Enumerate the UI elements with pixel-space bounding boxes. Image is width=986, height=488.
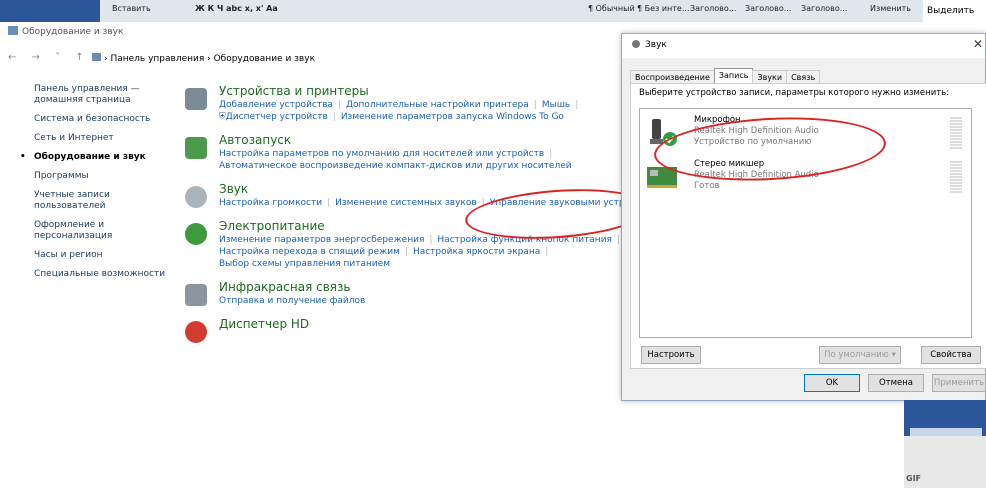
nav-system-security[interactable]: Система и безопасность <box>18 114 168 125</box>
link-volume[interactable]: Настройка громкости <box>219 198 322 208</box>
tab-playback[interactable]: Воспроизведение <box>630 70 715 84</box>
instruction-text: Выберите устройство записи, параметры ко… <box>639 88 950 98</box>
autoplay-icon <box>185 137 207 159</box>
speaker-icon <box>632 40 640 48</box>
properties-button[interactable]: Свойства <box>921 346 981 364</box>
category-title[interactable]: Устройства и принтеры <box>219 84 623 99</box>
ok-button[interactable]: OK <box>804 374 860 392</box>
left-nav: Панель управления — домашняя страница Си… <box>18 84 168 288</box>
category-title[interactable]: Инфракрасная связь <box>219 280 623 295</box>
link-printer-settings[interactable]: Дополнительные настройки принтера <box>346 100 529 110</box>
nav-network[interactable]: Сеть и Интернет <box>18 133 168 144</box>
breadcrumb[interactable]: › Панель управления › Оборудование и зву… <box>92 53 315 64</box>
close-icon[interactable]: ✕ <box>973 37 983 51</box>
nav-hardware-sound[interactable]: Оборудование и звук <box>18 152 168 163</box>
style-heading-3[interactable]: Заголово... <box>801 4 847 13</box>
dialog-tabs: Воспроизведение Запись Звуки Связь <box>630 68 821 84</box>
dialog-title: Звук <box>645 40 667 50</box>
apply-button[interactable]: Применить <box>932 374 986 392</box>
link-mouse[interactable]: Мышь <box>542 100 570 110</box>
background-window-strip <box>904 400 986 436</box>
link-brightness[interactable]: Настройка яркости экрана <box>413 247 540 257</box>
device-status: Готов <box>694 181 720 191</box>
level-meter <box>950 161 962 193</box>
nav-user-accounts[interactable]: Учетные записи пользователей <box>18 190 168 212</box>
link-autoplay-cd[interactable]: Автоматическое воспроизведение компакт-д… <box>219 161 572 171</box>
link-send-files[interactable]: Отправка и получение файлов <box>219 296 365 306</box>
category-devices-printers: Устройства и принтеры Добавление устройс… <box>183 84 623 123</box>
breadcrumb-text: › Панель управления › Оборудование и зву… <box>104 54 316 64</box>
change-styles-button[interactable]: Изменить <box>870 4 911 13</box>
dialog-titlebar: Звук ✕ <box>622 34 985 58</box>
set-default-label: По умолчанию <box>824 350 889 360</box>
cancel-button[interactable]: Отмена <box>868 374 924 392</box>
link-windows-to-go[interactable]: Изменение параметров запуска Windows To … <box>341 112 564 122</box>
category-title[interactable]: Автозапуск <box>219 133 623 148</box>
nav-clock-region[interactable]: Часы и регион <box>18 250 168 261</box>
tab-communications[interactable]: Связь <box>786 70 821 84</box>
control-panel-icon <box>8 26 18 35</box>
window-title-text: Оборудование и звук <box>22 27 124 37</box>
tab-sounds[interactable]: Звуки <box>752 70 788 84</box>
style-heading-1[interactable]: Заголово... <box>690 4 736 13</box>
zoom-slider[interactable] <box>910 428 982 436</box>
level-meter <box>950 117 962 149</box>
infrared-icon <box>185 284 207 306</box>
realtek-icon <box>185 321 207 343</box>
link-sleep[interactable]: Настройка перехода в спящий режим <box>219 247 400 257</box>
link-power-plan[interactable]: Выбор схемы управления питанием <box>219 259 390 269</box>
power-icon <box>185 223 207 245</box>
nav-programs[interactable]: Программы <box>18 171 168 182</box>
nav-buttons[interactable]: ← → ˅ ↑ <box>8 52 90 63</box>
set-default-button[interactable]: По умолчанию ▾ <box>819 346 901 364</box>
word-ribbon: Вставить Ж К Ч abc x, x' Aa ¶ Обычный ¶ … <box>0 0 986 22</box>
speaker-icon <box>185 186 207 208</box>
link-device-manager[interactable]: Диспетчер устройств <box>226 112 328 122</box>
printer-icon <box>185 88 207 110</box>
nav-accessibility[interactable]: Специальные возможности <box>18 269 168 280</box>
category-autoplay: Автозапуск Настройка параметров по умолч… <box>183 133 623 172</box>
style-heading-2[interactable]: Заголово... <box>745 4 791 13</box>
style-no-spacing[interactable]: ¶ Без инте... <box>637 4 689 13</box>
insert-button[interactable]: Вставить <box>112 4 151 13</box>
tab-recording[interactable]: Запись <box>713 68 754 84</box>
chevron-down-icon: ▾ <box>888 350 896 360</box>
nav-home[interactable]: Панель управления — домашняя страница <box>18 84 168 106</box>
gif-button[interactable]: GIF <box>906 474 921 483</box>
category-title[interactable]: Диспетчер HD <box>219 317 623 332</box>
link-power-saving[interactable]: Изменение параметров энергосбережения <box>219 235 424 245</box>
category-hd-manager: Диспетчер HD <box>183 317 623 343</box>
background-panel: GIF <box>904 436 986 488</box>
select-button[interactable]: Выделить <box>923 0 986 22</box>
sound-dialog: Звук ✕ Воспроизведение Запись Звуки Связь В… <box>621 33 986 401</box>
shield-icon: ⛨ <box>219 112 226 122</box>
link-add-device[interactable]: Добавление устройства <box>219 100 333 110</box>
category-infrared: Инфракрасная связь Отправка и получение … <box>183 280 623 307</box>
window-title: Оборудование и звук <box>8 26 123 37</box>
breadcrumb-folder-icon <box>92 53 101 61</box>
link-system-sounds[interactable]: Изменение системных звуков <box>335 198 477 208</box>
configure-button[interactable]: Настроить <box>641 346 701 364</box>
style-normal[interactable]: ¶ Обычный <box>588 4 635 13</box>
link-autoplay-defaults[interactable]: Настройка параметров по умолчанию для но… <box>219 149 544 159</box>
ribbon-left-panel <box>0 0 100 22</box>
nav-appearance[interactable]: Оформление и персонализация <box>18 220 168 242</box>
font-format-toolbar[interactable]: Ж К Ч abc x, x' Aa <box>195 4 278 13</box>
